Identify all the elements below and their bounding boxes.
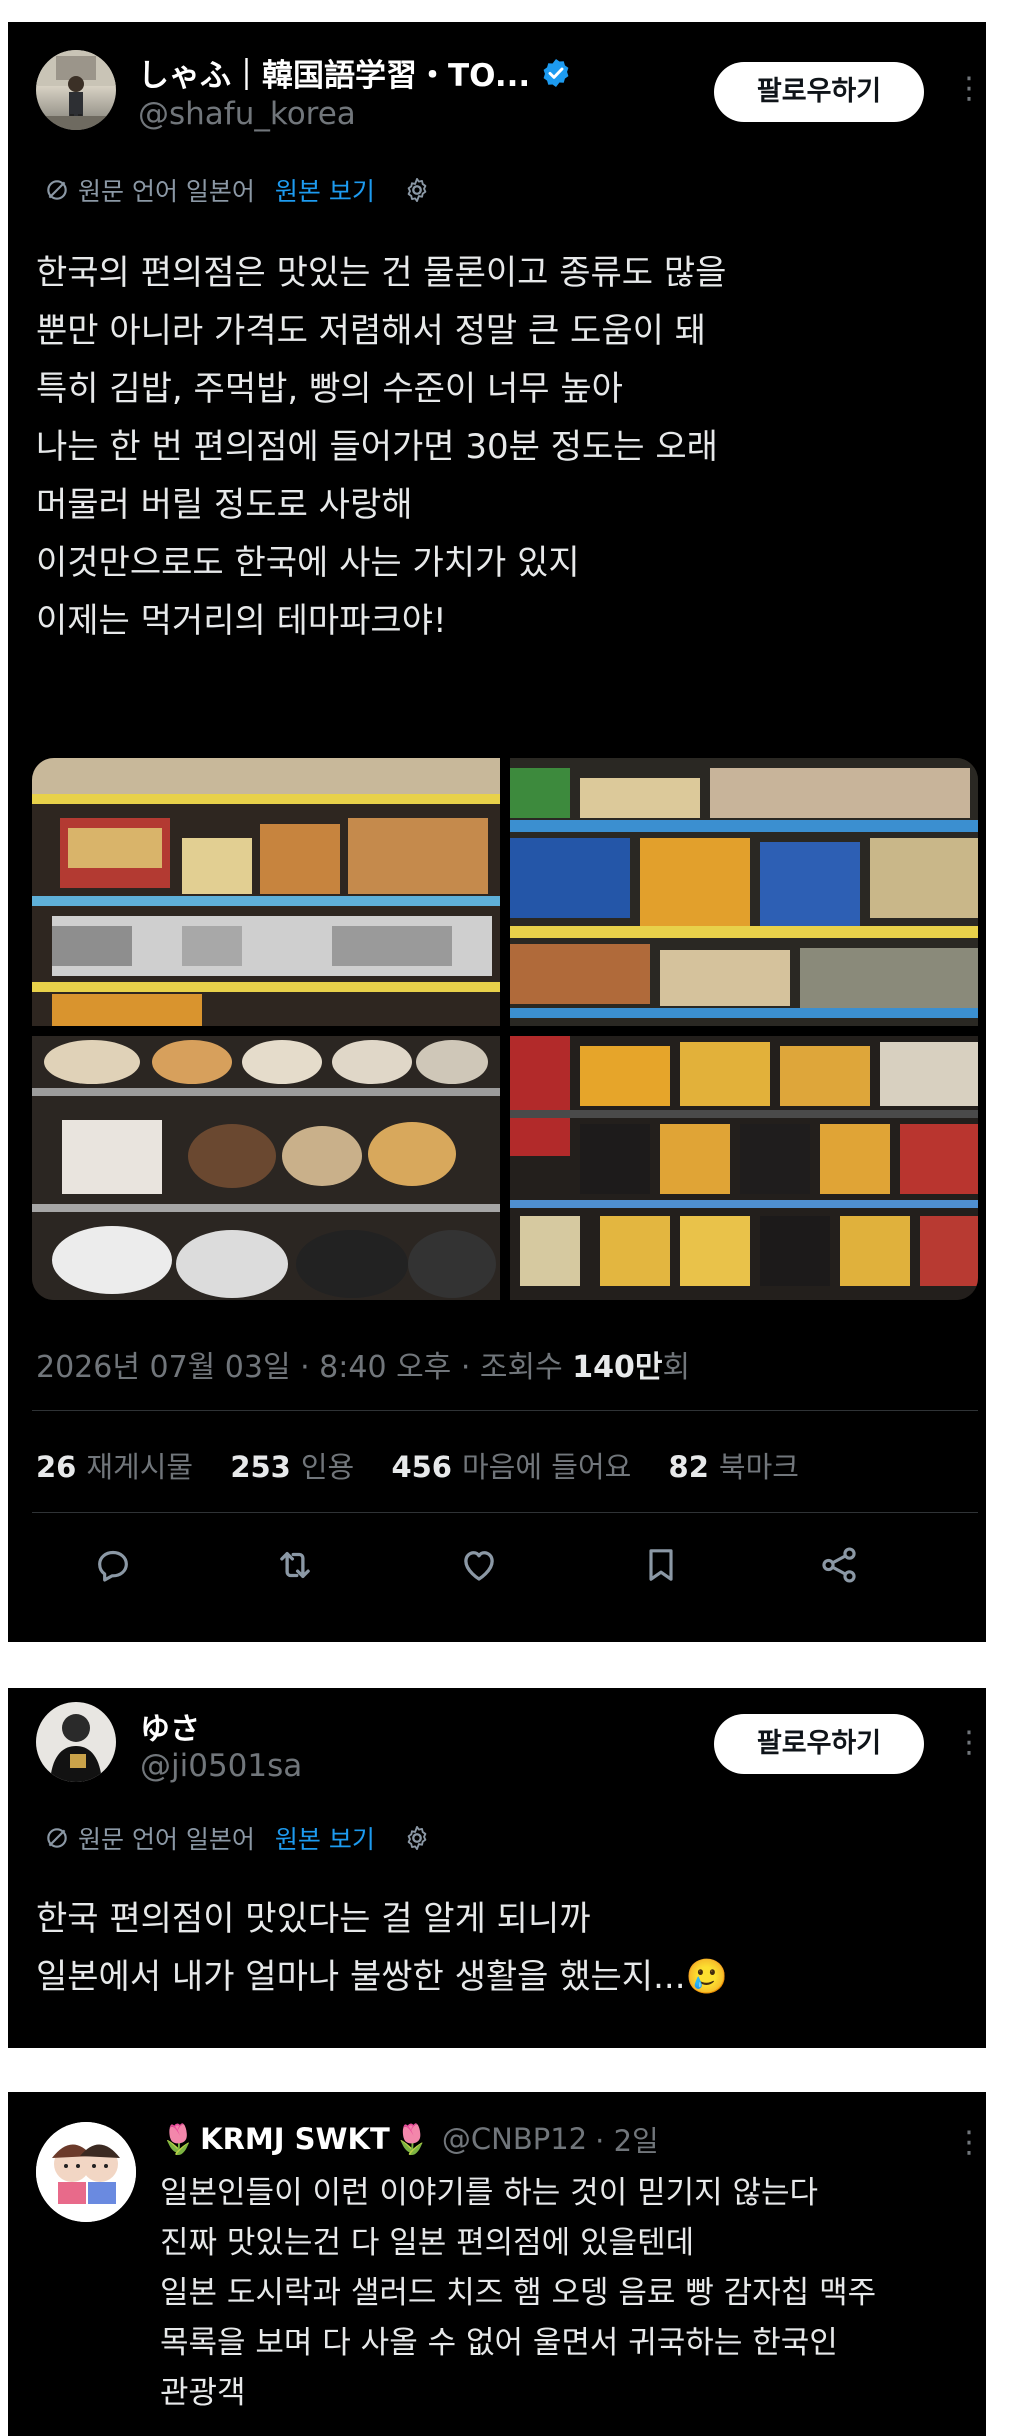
tweet-text-line: 머물러 버릴 정도로 사랑해 [36,485,413,525]
follow-button[interactable]: 팔로우하기 [714,62,924,122]
share-icon[interactable] [814,1540,864,1590]
tulip-emoji: 🌷 [160,2121,197,2156]
translation-bar: 원문 언어 일본어 원본 보기 [44,172,431,208]
reply-icon[interactable] [88,1540,138,1590]
gear-icon[interactable] [403,1824,431,1852]
photo-shelf-bread[interactable] [32,758,500,1026]
display-name-row: しゃふ｜韓国語学習・TO... [138,50,572,95]
quotes-label: 인용 [300,1450,355,1484]
more-options-icon[interactable]: ⋮ [954,74,984,104]
user-handle[interactable]: @ji0501sa [140,1748,302,1784]
tweet-text-line: 이것만으로도 한국에 사는 가치가 있지 [36,543,580,583]
follow-button[interactable]: 팔로우하기 [714,1714,924,1774]
translation-source-label: 원문 언어 일본어 [78,1825,255,1854]
photo-shelf-lunchbox[interactable] [32,1036,500,1300]
gear-icon[interactable] [403,176,431,204]
retweets-label: 재게시물 [86,1450,194,1484]
divider [32,1410,978,1411]
bookmark-icon[interactable] [636,1540,686,1590]
retweets-count: 26 [36,1450,77,1484]
action-bar [8,1540,986,1600]
bookmarks-count: 82 [668,1450,709,1484]
reply-text-line: 일본에서 내가 얼마나 불쌍한 생활을 했는지... [36,1957,686,1997]
tweet-metadata: 2026년 07월 03일 · 8:40 오후 · 조회수 140만회 [36,1342,690,1386]
show-original-link[interactable]: 원본 보기 [275,1820,375,1856]
view-count-suffix: 회 [662,1350,691,1385]
reply-text-line: 관광객 [160,2375,246,2411]
reply-text-line: 진짜 맛있는건 다 일본 편의점에 있을텐데 [160,2225,695,2261]
likes-label: 마음에 들어요 [462,1450,632,1484]
quotes-stat[interactable]: 253 인용 [230,1450,354,1484]
reply-text: 일본인들이 이런 이야기를 하는 것이 믿기지 않는다 진짜 맛있는건 다 일본… [160,2168,876,2418]
translate-icon [44,1825,70,1851]
reply-text: 한국 편의점이 맛있다는 걸 알게 되니까 일본에서 내가 얼마나 불쌍한 생활… [36,1890,728,2006]
like-icon[interactable] [454,1540,504,1590]
show-original-link[interactable]: 원본 보기 [275,172,375,208]
divider [32,1512,978,1513]
tweet-text-line: 나는 한 번 편의점에 들어가면 30분 정도는 오래 [36,427,718,467]
display-name[interactable]: KRMJ SWKT [200,2122,390,2156]
post-time[interactable]: · 2일 [595,2118,659,2160]
verified-badge-icon [540,57,572,89]
more-options-icon[interactable]: ⋮ [954,2128,984,2158]
reply-card: ゆさ @ji0501sa 팔로우하기 ⋮ 원문 언어 일본어 원본 보기 한국 … [8,1688,986,2048]
reply-text-line: 목록을 보며 다 사올 수 없어 울면서 귀국하는 한국인 [160,2325,838,2361]
tweet-text-line: 특히 김밥, 주먹밥, 빵의 수준이 너무 높아 [36,369,623,409]
display-name[interactable]: しゃふ｜韓国語学習・TO... [138,50,530,95]
tulip-emoji: 🌷 [393,2121,430,2156]
quotes-count: 253 [230,1450,291,1484]
reply-text-line: 일본 도시락과 샐러드 치즈 햄 오뎅 음료 빵 감자칩 맥주 [160,2275,877,2311]
avatar[interactable] [36,1702,116,1782]
likes-stat[interactable]: 456 마음에 들어요 [391,1450,631,1484]
reply-text-line: 한국 편의점이 맛있다는 걸 알게 되니까 [36,1899,591,1939]
bookmarks-stat[interactable]: 82 북마크 [669,1450,799,1484]
emoji: 🥲 [685,1957,728,1997]
engagement-stats: 26 재게시물 253 인용 456 마음에 들어요 82 북마크 [36,1444,827,1486]
view-count: 140만 [572,1350,663,1385]
bookmarks-label: 북마크 [718,1450,799,1484]
display-name[interactable]: ゆさ [140,1704,200,1748]
more-options-icon[interactable]: ⋮ [954,1728,984,1758]
tweet-text: 한국의 편의점은 맛있는 건 물론이고 종류도 많을 뿐만 아니라 가격도 저렴… [36,244,726,650]
timestamp[interactable]: 2026년 07월 03일 · 8:40 오후 · 조회수 [36,1350,572,1385]
reply-card: 🌷 KRMJ SWKT 🌷 @CNBP12 · 2일 ⋮ 일본인들이 이런 이야… [8,2092,986,2436]
retweets-stat[interactable]: 26 재게시물 [36,1450,193,1484]
avatar[interactable] [36,2122,136,2222]
user-handle[interactable]: @shafu_korea [138,96,356,132]
display-name-row: ゆさ [140,1704,200,1748]
tweet-card: しゃふ｜韓国語学習・TO... @shafu_korea 팔로우하기 ⋮ 원문 … [8,22,986,1642]
translation-bar: 원문 언어 일본어 원본 보기 [44,1820,431,1856]
reply-text-line: 일본인들이 이런 이야기를 하는 것이 믿기지 않는다 [160,2175,819,2211]
retweet-icon[interactable] [270,1540,320,1590]
display-name-row: 🌷 KRMJ SWKT 🌷 @CNBP12 · 2일 [160,2118,659,2160]
avatar[interactable] [36,50,116,130]
photo-shelf-snacks[interactable] [510,758,978,1026]
translate-icon [44,177,70,203]
tweet-text-line: 이제는 먹거리의 테마파크야! [36,601,447,641]
user-handle[interactable]: @CNBP12 [442,2122,587,2156]
tweet-text-line: 뿐만 아니라 가격도 저렴해서 정말 큰 도움이 돼 [36,311,706,351]
translation-source-label: 원문 언어 일본어 [78,177,255,206]
photo-grid [32,758,978,1300]
tweet-text-line: 한국의 편의점은 맛있는 건 물론이고 종류도 많을 [36,253,727,293]
photo-shelf-chips[interactable] [510,1036,978,1300]
likes-count: 456 [391,1450,452,1484]
